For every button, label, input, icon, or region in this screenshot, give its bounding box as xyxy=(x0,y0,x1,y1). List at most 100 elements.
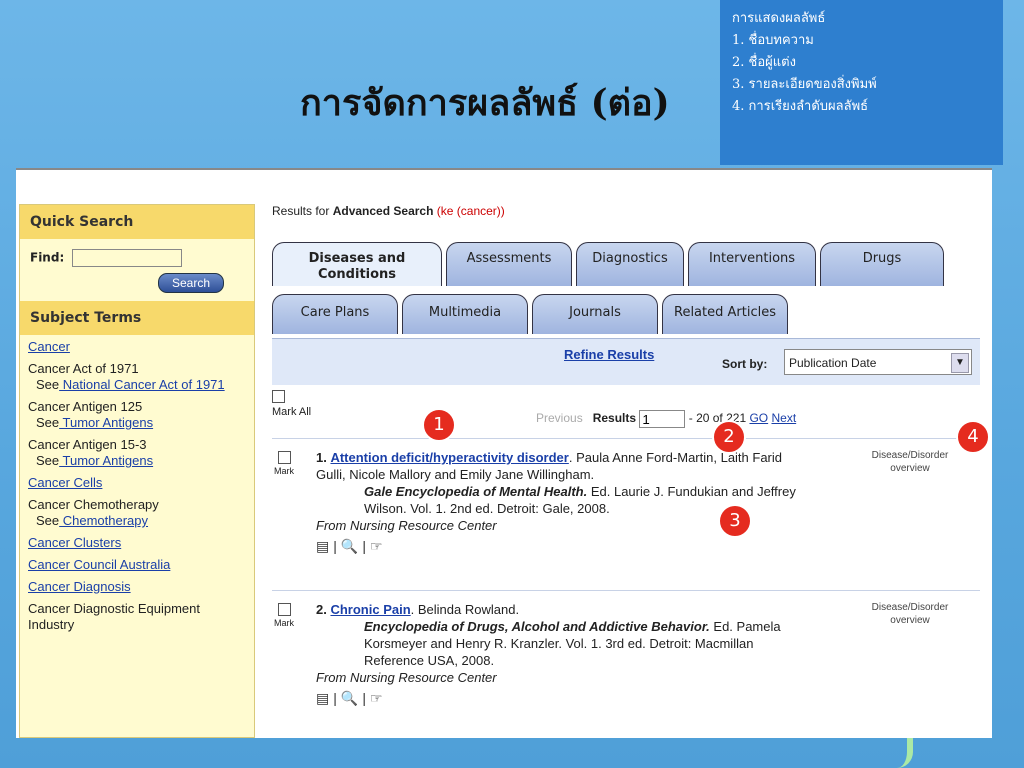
slide-title: การจัดการผลลัพธ์ (ต่อ) xyxy=(300,82,670,124)
tab-assessments[interactable]: Assessments xyxy=(446,242,572,286)
info-line: 1. ชื่อบทความ xyxy=(732,33,814,48)
mark-all-label: Mark All xyxy=(272,406,312,418)
tab-multimedia[interactable]: Multimedia xyxy=(402,294,528,334)
tab-diseases[interactable]: Diseases and Conditions xyxy=(272,242,442,286)
refine-results-link[interactable]: Refine Results xyxy=(564,347,654,362)
search-button[interactable]: Search xyxy=(158,273,224,293)
see-link[interactable]: Chemotherapy xyxy=(59,513,148,528)
sort-value: Publication Date xyxy=(789,356,877,370)
results-start-input[interactable] xyxy=(639,410,686,428)
result-item: Mark 2. Chronic Pain. Belinda Rowland. E… xyxy=(272,590,980,738)
list-item: Cancer Antigen 125 See Tumor Antigens xyxy=(28,399,246,431)
next-link[interactable]: Next xyxy=(771,411,796,425)
annotation-badge-1: 1 xyxy=(422,408,456,442)
term-link[interactable]: Cancer xyxy=(28,339,70,354)
info-line: 4. การเรียงลำดับผลลัพธ์ xyxy=(732,99,869,114)
info-line: การแสดงผลลัพธ์ xyxy=(732,11,826,26)
tab-drugs[interactable]: Drugs xyxy=(820,242,944,286)
list-item[interactable]: Cancer Diagnosis xyxy=(28,579,246,595)
see-label: See xyxy=(36,453,60,468)
find-input[interactable] xyxy=(72,249,183,267)
pointer-icon[interactable]: ☞ xyxy=(370,538,387,554)
list-item[interactable]: Cancer Council Australia xyxy=(28,557,246,573)
subject-terms-heading: Subject Terms xyxy=(20,301,254,335)
subject-terms-list: Cancer Cancer Act of 1971 See National C… xyxy=(20,335,254,643)
result-title-link[interactable]: Chronic Pain xyxy=(330,602,410,617)
result-authors: . Belinda Rowland. xyxy=(410,602,520,617)
list-item: Cancer Antigen 15-3 See Tumor Antigens xyxy=(28,437,246,469)
see-label: See xyxy=(36,513,60,528)
chevron-down-icon[interactable]: ▼ xyxy=(951,353,969,373)
mark-all-checkbox[interactable] xyxy=(272,390,285,403)
sidebar: Quick Search Find: Search Subject Terms … xyxy=(19,204,255,738)
query-text: (ke (cancer)) xyxy=(436,204,505,218)
tab-related-articles[interactable]: Related Articles xyxy=(662,294,788,334)
magnify-icon[interactable]: 🔍 xyxy=(341,538,362,554)
mark-checkbox[interactable] xyxy=(277,451,291,464)
info-line: 2. ชื่อผู้แต่ง xyxy=(732,55,796,70)
result-tools: ▤|🔍|☞ xyxy=(316,690,387,706)
mark-control[interactable]: Mark xyxy=(274,603,294,628)
pointer-icon[interactable]: ☞ xyxy=(370,690,387,706)
term-text: Cancer Chemotherapy xyxy=(28,497,159,512)
see-link[interactable]: Tumor Antigens xyxy=(59,453,154,468)
term-link[interactable]: Cancer Council Australia xyxy=(28,557,170,572)
term-text: Cancer Antigen 15-3 xyxy=(28,437,147,452)
main-content: Results for Advanced Search (ke (cancer)… xyxy=(272,204,984,706)
annotation-badge-4: 4 xyxy=(956,420,990,454)
term-text: Cancer Act of 1971 xyxy=(28,361,139,376)
term-link[interactable]: Cancer Clusters xyxy=(28,535,121,550)
result-body: 1. Attention deficit/hyperactivity disor… xyxy=(316,449,806,555)
see-label: See xyxy=(36,377,60,392)
find-label: Find: xyxy=(30,250,65,265)
mark-control[interactable]: Mark xyxy=(274,451,294,476)
list-item: Cancer Diagnostic Equipment Industry xyxy=(28,601,246,633)
annotation-badge-3: 3 xyxy=(718,504,752,538)
result-tools: ▤|🔍|☞ xyxy=(316,538,387,554)
results-for-label: Results for xyxy=(272,204,330,218)
list-item[interactable]: Cancer Clusters xyxy=(28,535,246,551)
document-icon[interactable]: ▤ xyxy=(316,538,333,554)
see-link[interactable]: National Cancer Act of 1971 xyxy=(59,377,225,392)
term-link[interactable]: Cancer Diagnosis xyxy=(28,579,131,594)
embedded-screenshot: Quick Search Find: Search Subject Terms … xyxy=(16,168,992,738)
mark-label: Mark xyxy=(274,466,294,476)
go-link[interactable]: GO xyxy=(749,411,768,425)
quick-search-heading: Quick Search xyxy=(20,205,254,239)
result-title-link[interactable]: Attention deficit/hyperactivity disorder xyxy=(330,450,568,465)
advanced-search-label: Advanced Search xyxy=(332,204,434,218)
list-item: Cancer Chemotherapy See Chemotherapy xyxy=(28,497,246,529)
tab-care-plans[interactable]: Care Plans xyxy=(272,294,398,334)
mark-all-row: Mark All Previous Results - 20 of 221 GO… xyxy=(272,390,980,436)
sort-by-label: Sort by: xyxy=(722,357,768,371)
results-for: Results for Advanced Search (ke (cancer)… xyxy=(272,204,984,218)
result-source: Encyclopedia of Drugs, Alcohol and Addic… xyxy=(364,619,710,634)
result-type-label[interactable]: Disease/Disorder overview xyxy=(860,449,960,475)
list-item: Cancer Act of 1971 See National Cancer A… xyxy=(28,361,246,393)
result-number: 2. xyxy=(316,602,327,617)
find-row: Find: xyxy=(20,239,254,271)
term-text: Cancer Diagnostic Equipment Industry xyxy=(28,601,200,632)
mark-label: Mark xyxy=(274,618,294,628)
result-source: Gale Encyclopedia of Mental Health. xyxy=(364,484,588,499)
list-item[interactable]: Cancer xyxy=(28,339,246,355)
sort-select[interactable]: Publication Date ▼ xyxy=(784,349,972,375)
result-number: 1. xyxy=(316,450,327,465)
results-label: Results xyxy=(592,411,637,426)
mark-checkbox[interactable] xyxy=(277,603,291,616)
previous-link[interactable]: Previous xyxy=(536,411,583,425)
term-link[interactable]: Cancer Cells xyxy=(28,475,102,490)
tab-journals[interactable]: Journals xyxy=(532,294,658,334)
mark-all[interactable]: Mark All xyxy=(272,390,311,418)
magnify-icon[interactable]: 🔍 xyxy=(341,690,362,706)
list-item[interactable]: Cancer Cells xyxy=(28,475,246,491)
result-body: 2. Chronic Pain. Belinda Rowland. Encycl… xyxy=(316,601,806,707)
tab-diagnostics[interactable]: Diagnostics xyxy=(576,242,684,286)
document-icon[interactable]: ▤ xyxy=(316,690,333,706)
result-type-label[interactable]: Disease/Disorder overview xyxy=(860,601,960,627)
term-text: Cancer Antigen 125 xyxy=(28,399,143,414)
see-link[interactable]: Tumor Antigens xyxy=(59,415,154,430)
tab-interventions[interactable]: Interventions xyxy=(688,242,816,286)
see-label: See xyxy=(36,415,60,430)
result-item: Mark 1. Attention deficit/hyperactivity … xyxy=(272,438,980,589)
